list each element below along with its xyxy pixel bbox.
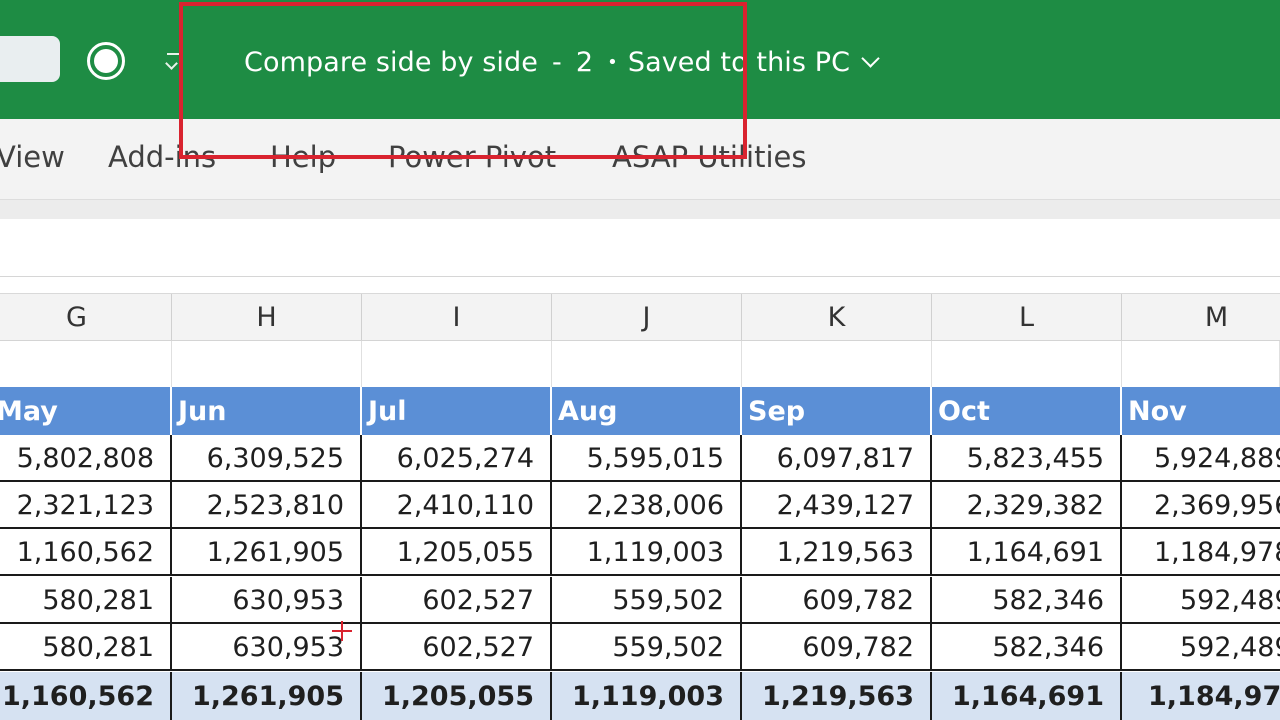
total-row: 1,160,562 1,261,905 1,205,055 1,119,003 …	[0, 672, 1280, 720]
empty-row	[0, 340, 1280, 388]
ribbon-divider	[0, 199, 1280, 219]
table-cell[interactable]: 2,329,382	[932, 482, 1122, 529]
table-cell[interactable]: 1,261,905	[172, 529, 362, 576]
title-separator: -	[551, 46, 562, 78]
autosave-toggle[interactable]	[87, 42, 125, 80]
save-status: Saved to this PC	[627, 46, 851, 78]
tab-view[interactable]: View	[0, 140, 65, 182]
tab-help[interactable]: Help	[270, 140, 336, 182]
table-cell[interactable]: 1,219,563	[742, 529, 932, 576]
table-cell[interactable]: 1,119,003	[552, 529, 742, 576]
search-box[interactable]	[0, 36, 60, 82]
table-cell[interactable]: 592,489	[1122, 624, 1280, 671]
document-name: Compare side by side	[244, 46, 538, 78]
empty-cell[interactable]	[0, 341, 172, 388]
cell-cursor-icon	[332, 621, 352, 641]
table-cell[interactable]: 2,410,110	[362, 482, 552, 529]
table-cell[interactable]: 559,502	[552, 624, 742, 671]
table-cell[interactable]: 5,823,455	[932, 435, 1122, 482]
column-header-row: G H I J K L M	[0, 293, 1280, 341]
column-header-g[interactable]: G	[0, 294, 172, 341]
table-cell[interactable]: 582,346	[932, 624, 1122, 671]
empty-cell[interactable]	[742, 341, 932, 388]
column-header-h[interactable]: H	[172, 294, 362, 341]
empty-cell[interactable]	[362, 341, 552, 388]
empty-cell[interactable]	[552, 341, 742, 388]
table-cell[interactable]: 5,595,015	[552, 435, 742, 482]
column-header-m[interactable]: M	[1122, 294, 1280, 341]
column-header-j[interactable]: J	[552, 294, 742, 341]
table-row: 2,321,123 2,523,810 2,410,110 2,238,006 …	[0, 482, 1280, 529]
column-header-k[interactable]: K	[742, 294, 932, 341]
month-header-cell[interactable]: Sep	[742, 387, 932, 435]
table-row: 580,281 630,953 602,527 559,502 609,782 …	[0, 577, 1280, 624]
table-row: 580,281 630,953 602,527 559,502 609,782 …	[0, 624, 1280, 671]
month-header-cell[interactable]: Jul	[362, 387, 552, 435]
table-cell[interactable]: 609,782	[742, 624, 932, 671]
column-header-i[interactable]: I	[362, 294, 552, 341]
month-header-cell[interactable]: Jun	[172, 387, 362, 435]
chevron-down-icon[interactable]	[861, 48, 880, 68]
total-cell[interactable]: 1,261,905	[172, 672, 362, 720]
table-cell[interactable]: 1,205,055	[362, 529, 552, 576]
table-cell[interactable]: 2,523,810	[172, 482, 362, 529]
table-cell[interactable]: 580,281	[0, 577, 172, 624]
tab-power-pivot[interactable]: Power Pivot	[388, 140, 556, 182]
empty-cell[interactable]	[932, 341, 1122, 388]
month-header-cell[interactable]: May	[0, 387, 172, 435]
table-cell[interactable]: 6,309,525	[172, 435, 362, 482]
table-cell[interactable]: 1,164,691	[932, 529, 1122, 576]
title-bar: Compare side by side - 2 • Saved to this…	[0, 0, 1280, 119]
table-row: 1,160,562 1,261,905 1,205,055 1,119,003 …	[0, 529, 1280, 576]
customize-quick-access-icon[interactable]	[163, 43, 185, 77]
table-cell[interactable]: 5,924,889	[1122, 435, 1280, 482]
table-cell[interactable]: 2,369,956	[1122, 482, 1280, 529]
month-header-cell[interactable]: Aug	[552, 387, 742, 435]
total-cell[interactable]: 1,184,978	[1122, 672, 1280, 720]
window-number: 2	[575, 46, 594, 78]
empty-cell[interactable]	[1122, 341, 1280, 388]
table-cell[interactable]: 1,160,562	[0, 529, 172, 576]
document-title[interactable]: Compare side by side - 2 • Saved to this…	[244, 42, 880, 82]
column-header-l[interactable]: L	[932, 294, 1122, 341]
month-header-cell[interactable]: Nov	[1122, 387, 1280, 435]
table-cell[interactable]: 580,281	[0, 624, 172, 671]
table-cell[interactable]: 6,097,817	[742, 435, 932, 482]
table-cell[interactable]: 602,527	[362, 577, 552, 624]
table-cell[interactable]: 2,238,006	[552, 482, 742, 529]
table-cell[interactable]: 6,025,274	[362, 435, 552, 482]
table-cell[interactable]: 630,953	[172, 577, 362, 624]
month-header-cell[interactable]: Oct	[932, 387, 1122, 435]
month-header-row: May Jun Jul Aug Sep Oct Nov	[0, 387, 1280, 435]
table-cell[interactable]: 592,489	[1122, 577, 1280, 624]
title-bullet: •	[607, 51, 618, 73]
total-cell[interactable]: 1,164,691	[932, 672, 1122, 720]
empty-cell[interactable]	[172, 341, 362, 388]
tab-add-ins[interactable]: Add-ins	[108, 140, 216, 182]
table-cell[interactable]: 559,502	[552, 577, 742, 624]
table-cell[interactable]: 609,782	[742, 577, 932, 624]
table-row: 5,802,808 6,309,525 6,025,274 5,595,015 …	[0, 435, 1280, 482]
tab-asap-utilities[interactable]: ASAP Utilities	[612, 140, 806, 182]
table-cell[interactable]: 602,527	[362, 624, 552, 671]
total-cell[interactable]: 1,119,003	[552, 672, 742, 720]
total-cell[interactable]: 1,205,055	[362, 672, 552, 720]
table-cell[interactable]: 5,802,808	[0, 435, 172, 482]
total-cell[interactable]: 1,160,562	[0, 672, 172, 720]
table-cell[interactable]: 1,184,978	[1122, 529, 1280, 576]
table-cell[interactable]: 582,346	[932, 577, 1122, 624]
total-cell[interactable]: 1,219,563	[742, 672, 932, 720]
table-cell[interactable]: 2,439,127	[742, 482, 932, 529]
formula-bar[interactable]	[0, 219, 1280, 277]
table-cell[interactable]: 2,321,123	[0, 482, 172, 529]
